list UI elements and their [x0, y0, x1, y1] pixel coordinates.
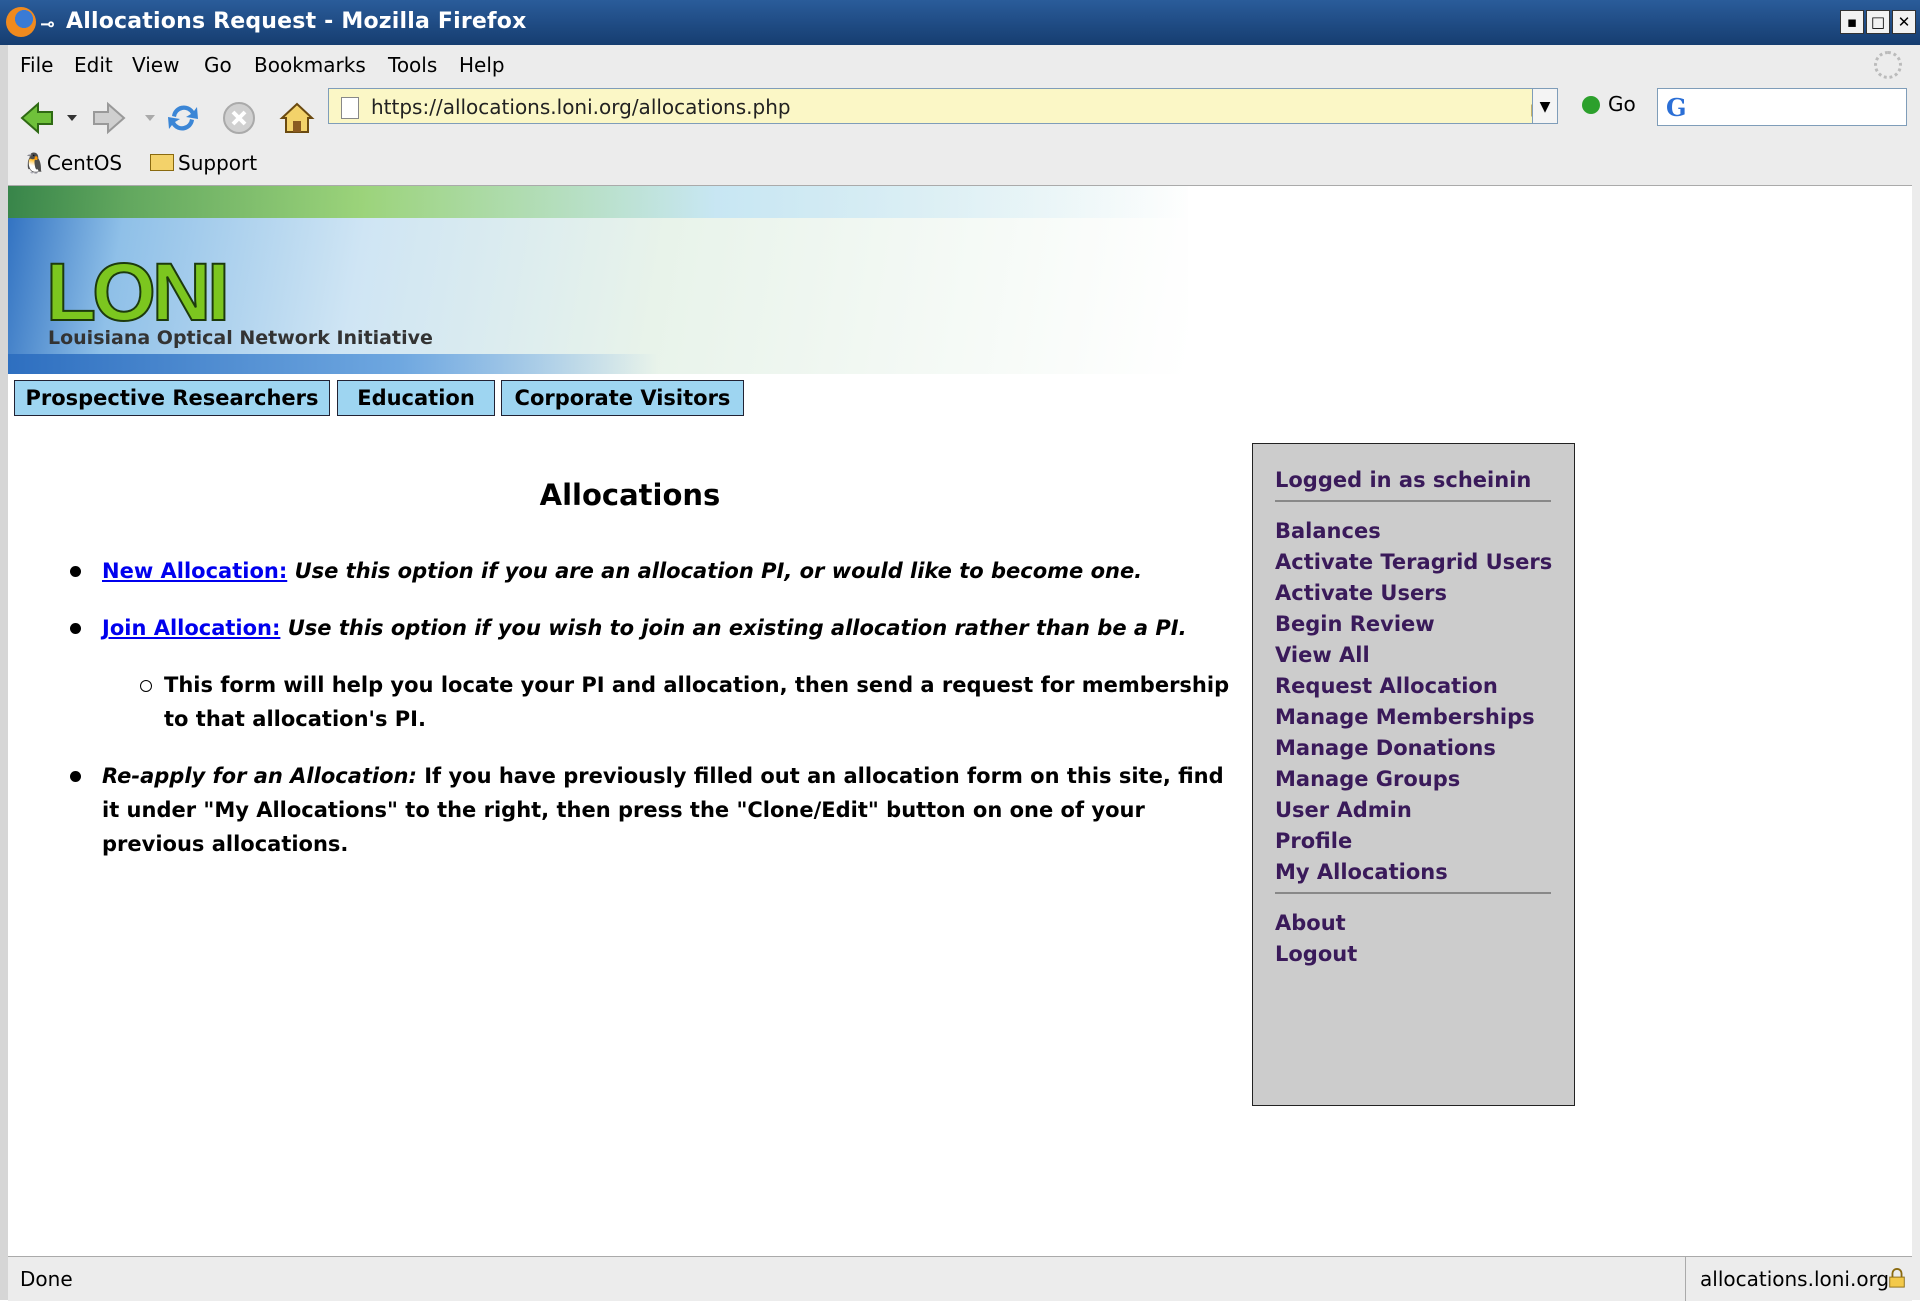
sidebar-item-about[interactable]: About — [1275, 911, 1346, 935]
allocation-options-list: New Allocation: Use this option if you a… — [58, 554, 1238, 884]
browser-window: ⊸ Allocations Request - Mozilla Firefox … — [0, 0, 1920, 1301]
divider — [1275, 500, 1551, 502]
menu-bar: File Edit View Go Bookmarks Tools Help — [8, 45, 1912, 87]
list-item: New Allocation: Use this option if you a… — [58, 554, 1238, 588]
sidebar-item-user-admin[interactable]: User Admin — [1275, 798, 1412, 822]
stop-icon[interactable] — [220, 99, 258, 137]
logged-in-label: Logged in as scheinin — [1275, 468, 1532, 492]
go-button[interactable]: Go — [1582, 92, 1636, 116]
minimize-button[interactable]: ▪ — [1840, 10, 1864, 34]
option-description: Use this option if you wish to join an e… — [287, 616, 1187, 640]
window-border — [0, 45, 8, 1300]
sub-list-item: This form will help you locate your PI a… — [102, 668, 1238, 736]
sidebar-item-activate-users[interactable]: Activate Users — [1275, 581, 1447, 605]
sidebar-item-view-all[interactable]: View All — [1275, 643, 1370, 667]
menu-go[interactable]: Go — [204, 53, 232, 77]
bookmark-support-folder[interactable]: Support — [150, 151, 257, 175]
maximize-button[interactable]: □ — [1866, 10, 1890, 34]
forward-history-dropdown-icon[interactable] — [144, 113, 156, 123]
reapply-label: Re-apply for an Allocation: — [102, 764, 417, 788]
google-icon[interactable]: G — [1666, 93, 1687, 122]
sidebar-item-logout[interactable]: Logout — [1275, 942, 1357, 966]
status-bar: Done allocations.loni.org — [8, 1256, 1912, 1301]
page-icon — [341, 97, 359, 119]
logo-subtitle: Louisiana Optical Network Initiative — [48, 327, 433, 349]
new-allocation-link[interactable]: New Allocation: — [102, 559, 287, 583]
menu-edit[interactable]: Edit — [74, 53, 113, 77]
tux-icon: 🐧 — [22, 151, 47, 175]
bookmark-centos[interactable]: 🐧CentOS — [22, 151, 122, 175]
site-banner: LONI Louisiana Optical Network Initiativ… — [8, 186, 1188, 374]
sidebar-item-begin-review[interactable]: Begin Review — [1275, 612, 1435, 636]
back-history-dropdown-icon[interactable] — [66, 113, 78, 123]
user-sidebar: Logged in as scheinin Balances Activate … — [1252, 443, 1575, 1106]
close-button[interactable]: ✕ — [1892, 10, 1916, 34]
list-item: Re-apply for an Allocation: If you have … — [58, 759, 1238, 861]
nav-corporate-visitors[interactable]: Corporate Visitors — [501, 380, 744, 416]
firefox-logo-icon — [6, 7, 36, 37]
forward-arrow-icon[interactable] — [90, 99, 128, 137]
banner-stripe — [8, 354, 658, 374]
sidebar-item-activate-teragrid-users[interactable]: Activate Teragrid Users — [1275, 550, 1552, 574]
go-arrow-icon — [1582, 96, 1600, 114]
menu-bookmarks[interactable]: Bookmarks — [254, 53, 366, 77]
sidebar-item-request-allocation[interactable]: Request Allocation — [1275, 674, 1498, 698]
page-content: LONI Louisiana Optical Network Initiativ… — [8, 186, 1912, 1256]
menu-file[interactable]: File — [20, 53, 53, 77]
menu-help[interactable]: Help — [459, 53, 505, 77]
url-bar[interactable]: https://allocations.loni.org/allocations… — [328, 88, 1558, 124]
lock-icon[interactable] — [1888, 1268, 1906, 1288]
page-title: Allocations — [539, 478, 721, 512]
join-allocation-link[interactable]: Join Allocation: — [102, 616, 280, 640]
loni-logo[interactable]: LONI — [45, 251, 231, 335]
back-arrow-icon[interactable] — [18, 99, 56, 137]
option-description: Use this option if you are an allocation… — [294, 559, 1143, 583]
search-input[interactable]: G — [1657, 88, 1907, 126]
title-bar[interactable]: ⊸ Allocations Request - Mozilla Firefox … — [0, 0, 1920, 45]
nav-education[interactable]: Education — [337, 380, 495, 416]
pin-icon[interactable]: ⊸ — [40, 14, 55, 35]
sidebar-item-manage-donations[interactable]: Manage Donations — [1275, 736, 1496, 760]
banner-stripe — [8, 186, 1188, 218]
list-item: Join Allocation: Use this option if you … — [58, 611, 1238, 736]
activity-throbber-icon — [1874, 51, 1902, 79]
divider — [1275, 892, 1551, 894]
sidebar-item-manage-groups[interactable]: Manage Groups — [1275, 767, 1460, 791]
url-text[interactable]: https://allocations.loni.org/allocations… — [371, 95, 791, 119]
sidebar-item-my-allocations[interactable]: My Allocations — [1275, 860, 1448, 884]
folder-icon — [150, 154, 174, 171]
menu-tools[interactable]: Tools — [388, 53, 437, 77]
bookmarks-toolbar: 🐧CentOS Support — [8, 141, 1912, 186]
sub-list: This form will help you locate your PI a… — [102, 668, 1238, 736]
sidebar-item-balances[interactable]: Balances — [1275, 519, 1381, 543]
home-icon[interactable] — [278, 99, 316, 137]
status-text: Done — [20, 1267, 73, 1291]
host-text: allocations.loni.org — [1700, 1267, 1890, 1291]
security-host-panel[interactable]: allocations.loni.org — [1685, 1257, 1912, 1301]
reload-icon[interactable] — [164, 99, 202, 137]
sidebar-item-manage-memberships[interactable]: Manage Memberships — [1275, 705, 1535, 729]
nav-prospective-researchers[interactable]: Prospective Researchers — [14, 380, 330, 416]
sidebar-item-profile[interactable]: Profile — [1275, 829, 1352, 853]
menu-view[interactable]: View — [132, 53, 179, 77]
url-history-dropdown[interactable]: ▼ — [1532, 88, 1558, 124]
window-title: Allocations Request - Mozilla Firefox — [66, 9, 527, 34]
